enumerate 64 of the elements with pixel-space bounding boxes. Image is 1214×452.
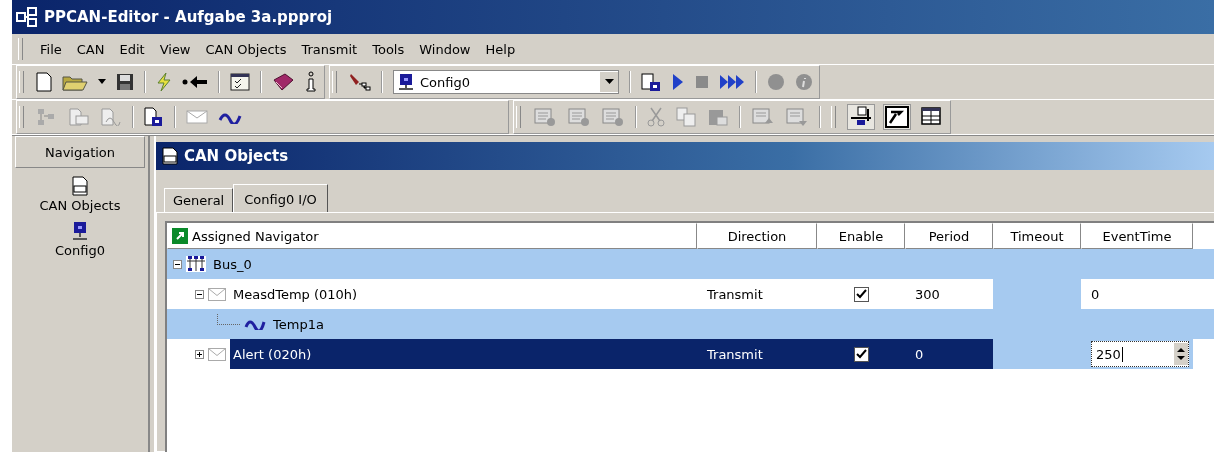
- menu-item[interactable]: Transmit: [301, 41, 358, 57]
- table-cell-text: 0: [1090, 285, 1101, 304]
- tree-row[interactable]: Bus_0: [167, 249, 1214, 279]
- expand-icon[interactable]: [195, 349, 204, 359]
- menu-item[interactable]: CAN: [76, 41, 105, 57]
- envelope-icon: [208, 347, 226, 361]
- window-title: PPCAN-Editor - Aufgabe 3a.ppproj: [44, 8, 333, 26]
- spin-field[interactable]: 250: [1091, 341, 1189, 367]
- column-header[interactable]: Direction: [697, 223, 817, 249]
- navigation-item[interactable]: Config0: [55, 243, 105, 258]
- table-cell-text: Transmit: [706, 285, 764, 304]
- layout-icon[interactable]: [848, 105, 874, 129]
- computer-icon[interactable]: [72, 221, 88, 241]
- collapse-icon[interactable]: [173, 259, 182, 269]
- wave-icon: [244, 318, 266, 330]
- menu-item[interactable]: Window: [419, 41, 471, 57]
- column-header[interactable]: Period: [905, 223, 993, 249]
- tree-item[interactable]: Temp1a: [270, 314, 327, 334]
- column-header[interactable]: EventTime: [1081, 223, 1193, 249]
- column-header[interactable]: Enable: [817, 223, 905, 249]
- bus-icon: [186, 256, 206, 272]
- tab[interactable]: Config0 I/O: [233, 184, 328, 212]
- computer-icon: [398, 73, 414, 91]
- column-header[interactable]: Assigned Navigator: [167, 223, 697, 249]
- network-icon: [16, 7, 38, 27]
- checkbox[interactable]: [853, 346, 869, 362]
- caret-icon[interactable]: [98, 79, 106, 85]
- collapse-icon[interactable]: [195, 289, 204, 299]
- table-cell: 0: [905, 339, 993, 369]
- save-icon[interactable]: [116, 73, 134, 91]
- arrow-left-icon[interactable]: [182, 75, 208, 89]
- menu-item[interactable]: CAN Objects: [205, 41, 287, 57]
- menu-item[interactable]: View: [159, 41, 191, 57]
- menu-item[interactable]: Edit: [119, 41, 145, 57]
- checkbox[interactable]: [853, 286, 869, 302]
- table-cell-text: 300: [914, 285, 941, 304]
- fast-forward-icon[interactable]: [719, 73, 745, 91]
- navigation-header: Navigation: [15, 136, 145, 168]
- table-cell[interactable]: 250: [1081, 339, 1193, 369]
- menu-item[interactable]: Tools: [372, 41, 405, 57]
- tree-item[interactable]: MeasdTemp (010h): [230, 284, 361, 304]
- menu-item[interactable]: Help: [485, 41, 516, 57]
- column-header[interactable]: Timeout: [993, 223, 1081, 249]
- clipboard-icon[interactable]: [641, 72, 661, 92]
- checklist-icon[interactable]: [230, 73, 250, 91]
- config-dropdown[interactable]: Config0: [393, 70, 619, 94]
- lightning-icon[interactable]: [156, 72, 172, 92]
- navigation-item[interactable]: CAN Objects: [39, 198, 121, 213]
- tree-row[interactable]: Temp1a: [167, 309, 1214, 339]
- tree-line: [217, 313, 240, 325]
- child-window-title: CAN Objects: [184, 147, 289, 165]
- new-file-icon[interactable]: [36, 72, 52, 92]
- spin-arrows-icon[interactable]: [1174, 343, 1188, 365]
- menu-item[interactable]: File: [40, 41, 62, 57]
- tree-item[interactable]: Bus_0: [210, 254, 255, 274]
- tree-item[interactable]: Alert (020h): [230, 339, 697, 369]
- table-cell: Transmit: [697, 339, 817, 369]
- document-chip-icon[interactable]: [144, 107, 164, 127]
- table-icon[interactable]: [920, 106, 944, 128]
- caret-icon: [604, 79, 614, 85]
- book-icon[interactable]: [272, 72, 294, 92]
- envelope-icon: [208, 287, 226, 301]
- info-icon[interactable]: [304, 71, 318, 93]
- play-icon[interactable]: [671, 73, 685, 91]
